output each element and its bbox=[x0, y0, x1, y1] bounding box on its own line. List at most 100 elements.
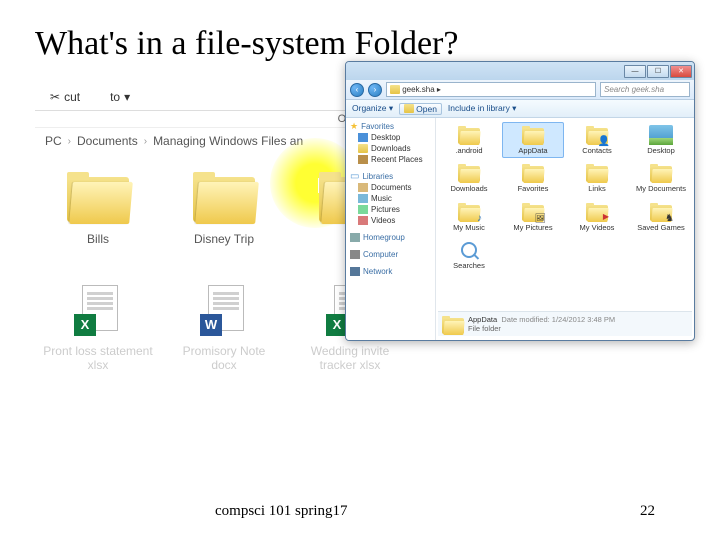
address-input[interactable]: geek.sha ▸ bbox=[386, 82, 596, 97]
search-input[interactable]: Search geek.sha bbox=[600, 82, 690, 97]
document-icon: X bbox=[74, 281, 122, 336]
nav-forward-button[interactable]: › bbox=[368, 83, 382, 97]
bg-item-1[interactable]: Disney Trip bbox=[169, 169, 279, 261]
sidebar-favorites-head[interactable]: ★Favorites bbox=[348, 121, 433, 132]
maximize-button[interactable]: ☐ bbox=[647, 65, 669, 78]
crumb-2[interactable]: Managing Windows Files an bbox=[153, 134, 303, 148]
sidebar-computer-head[interactable]: Computer bbox=[348, 249, 433, 260]
bg-item-0[interactable]: Bills bbox=[43, 169, 153, 261]
crumb-0[interactable]: PC bbox=[45, 134, 62, 148]
grid-item-my-videos[interactable]: My Videos bbox=[566, 199, 628, 235]
slide-footer: compsci 101 spring17 22 bbox=[35, 503, 685, 520]
folder-icon bbox=[585, 202, 609, 222]
grid-item-my-music[interactable]: My Music bbox=[438, 199, 500, 235]
star-icon: ★ bbox=[350, 122, 358, 131]
bg-item-6[interactable]: W Promisory Note docx bbox=[169, 281, 279, 373]
item-label: Wedding invite tracker xlsx bbox=[295, 344, 405, 373]
recent-icon bbox=[358, 155, 368, 164]
homegroup-icon bbox=[350, 233, 360, 242]
desktop-icon bbox=[358, 133, 368, 142]
page-number: 22 bbox=[640, 503, 655, 520]
folder-icon bbox=[457, 125, 481, 145]
folder-icon bbox=[358, 144, 368, 153]
win7-content-pane: .android AppDataContacts Desktop Downloads F… bbox=[436, 118, 694, 340]
document-icon: W bbox=[200, 281, 248, 336]
sidebar-item-videos[interactable]: Videos bbox=[348, 215, 433, 226]
footer-text: compsci 101 spring17 bbox=[215, 503, 348, 520]
open-button[interactable]: Open bbox=[399, 103, 442, 115]
grid-label: My Pictures bbox=[505, 224, 561, 232]
address-text: geek.sha ▸ bbox=[402, 85, 441, 94]
organize-button[interactable]: Organize ▾ bbox=[352, 103, 393, 114]
folder-icon bbox=[649, 163, 673, 183]
grid-item-desktop[interactable]: Desktop bbox=[630, 122, 692, 158]
bg-item-5[interactable]: X Pront loss statement xlsx bbox=[43, 281, 153, 373]
grid-label: Saved Games bbox=[633, 224, 689, 232]
win7-sidebar: ★Favorites Desktop Downloads Recent Plac… bbox=[346, 118, 436, 340]
grid-item-downloads[interactable]: Downloads bbox=[438, 160, 500, 196]
grid-item-favorites[interactable]: Favorites bbox=[502, 160, 564, 196]
content-area: ✂ cut to ▾ folder Organize PC› Documents… bbox=[35, 83, 685, 503]
folder-icon bbox=[457, 202, 481, 222]
sidebar-item-desktop[interactable]: Desktop bbox=[348, 132, 433, 143]
bg-tool-cut[interactable]: ✂ cut bbox=[50, 90, 80, 104]
grid-item-searches[interactable]: Searches bbox=[438, 237, 500, 273]
grid-label: .android bbox=[441, 147, 497, 155]
grid-item-my-pictures[interactable]: My Pictures bbox=[502, 199, 564, 235]
folder-icon bbox=[63, 169, 133, 224]
computer-icon bbox=[350, 250, 360, 259]
sidebar-item-downloads[interactable]: Downloads bbox=[348, 143, 433, 154]
item-label: Disney Trip bbox=[169, 232, 279, 246]
grid-item-my-documents[interactable]: My Documents bbox=[630, 160, 692, 196]
slide-title: What's in a file-system Folder? bbox=[35, 25, 685, 63]
include-library-button[interactable]: Include in library ▾ bbox=[448, 103, 517, 114]
folder-icon bbox=[585, 163, 609, 183]
win7-explorer-window: — ☐ ✕ ‹ › geek.sha ▸ Search geek.sha Org… bbox=[345, 61, 695, 341]
sidebar-network-head[interactable]: Network bbox=[348, 266, 433, 277]
videos-icon bbox=[358, 216, 368, 225]
folder-icon bbox=[390, 85, 400, 94]
documents-icon bbox=[358, 183, 368, 192]
libraries-icon: ▭ bbox=[350, 172, 359, 181]
grid-label: Desktop bbox=[633, 147, 689, 155]
close-button[interactable]: ✕ bbox=[670, 65, 692, 78]
grid-item-contacts[interactable]: Contacts bbox=[566, 122, 628, 158]
item-label: Pront loss statement xlsx bbox=[43, 344, 153, 373]
grid-item-saved-games[interactable]: Saved Games bbox=[630, 199, 692, 235]
folder-icon bbox=[585, 125, 609, 145]
minimize-button[interactable]: — bbox=[624, 65, 646, 78]
pictures-icon bbox=[358, 205, 368, 214]
folder-icon bbox=[404, 104, 414, 113]
grid-item-appdata[interactable]: AppData bbox=[502, 122, 564, 158]
grid-item-links[interactable]: Links bbox=[566, 160, 628, 196]
sidebar-item-documents[interactable]: Documents bbox=[348, 182, 433, 193]
sidebar-item-music[interactable]: Music bbox=[348, 193, 433, 204]
grid-label: My Videos bbox=[569, 224, 625, 232]
grid-label: Links bbox=[569, 185, 625, 193]
desktop-icon bbox=[649, 125, 673, 145]
slide: What's in a file-system Folder? ✂ cut to… bbox=[0, 0, 720, 540]
folder-icon bbox=[441, 315, 463, 333]
crumb-1[interactable]: Documents bbox=[77, 134, 138, 148]
item-label: Promisory Note docx bbox=[169, 344, 279, 373]
sidebar-item-recent[interactable]: Recent Places bbox=[348, 154, 433, 165]
sidebar-libraries-head[interactable]: ▭Libraries bbox=[348, 171, 433, 182]
folder-icon bbox=[521, 125, 545, 145]
chevron-icon: › bbox=[144, 136, 147, 147]
grid-item--android[interactable]: .android bbox=[438, 122, 500, 158]
win7-body: ★Favorites Desktop Downloads Recent Plac… bbox=[346, 118, 694, 340]
win7-details-bar: AppData Date modified: 1/24/2012 3:48 PM… bbox=[438, 311, 692, 336]
folder-icon bbox=[457, 163, 481, 183]
sidebar-homegroup-head[interactable]: Homegroup bbox=[348, 232, 433, 243]
win7-titlebar: — ☐ ✕ bbox=[346, 62, 694, 80]
grid-label: My Music bbox=[441, 224, 497, 232]
folder-icon bbox=[521, 163, 545, 183]
details-name: AppData Date modified: 1/24/2012 3:48 PM bbox=[468, 315, 615, 324]
chevron-icon: › bbox=[68, 136, 71, 147]
sidebar-item-pictures[interactable]: Pictures bbox=[348, 204, 433, 215]
win7-icon-grid: .android AppDataContacts Desktop Downloads F… bbox=[438, 122, 692, 273]
details-type: File folder bbox=[468, 324, 615, 333]
grid-label: Favorites bbox=[505, 185, 561, 193]
nav-back-button[interactable]: ‹ bbox=[350, 83, 364, 97]
bg-tool-to[interactable]: to ▾ bbox=[110, 90, 130, 104]
